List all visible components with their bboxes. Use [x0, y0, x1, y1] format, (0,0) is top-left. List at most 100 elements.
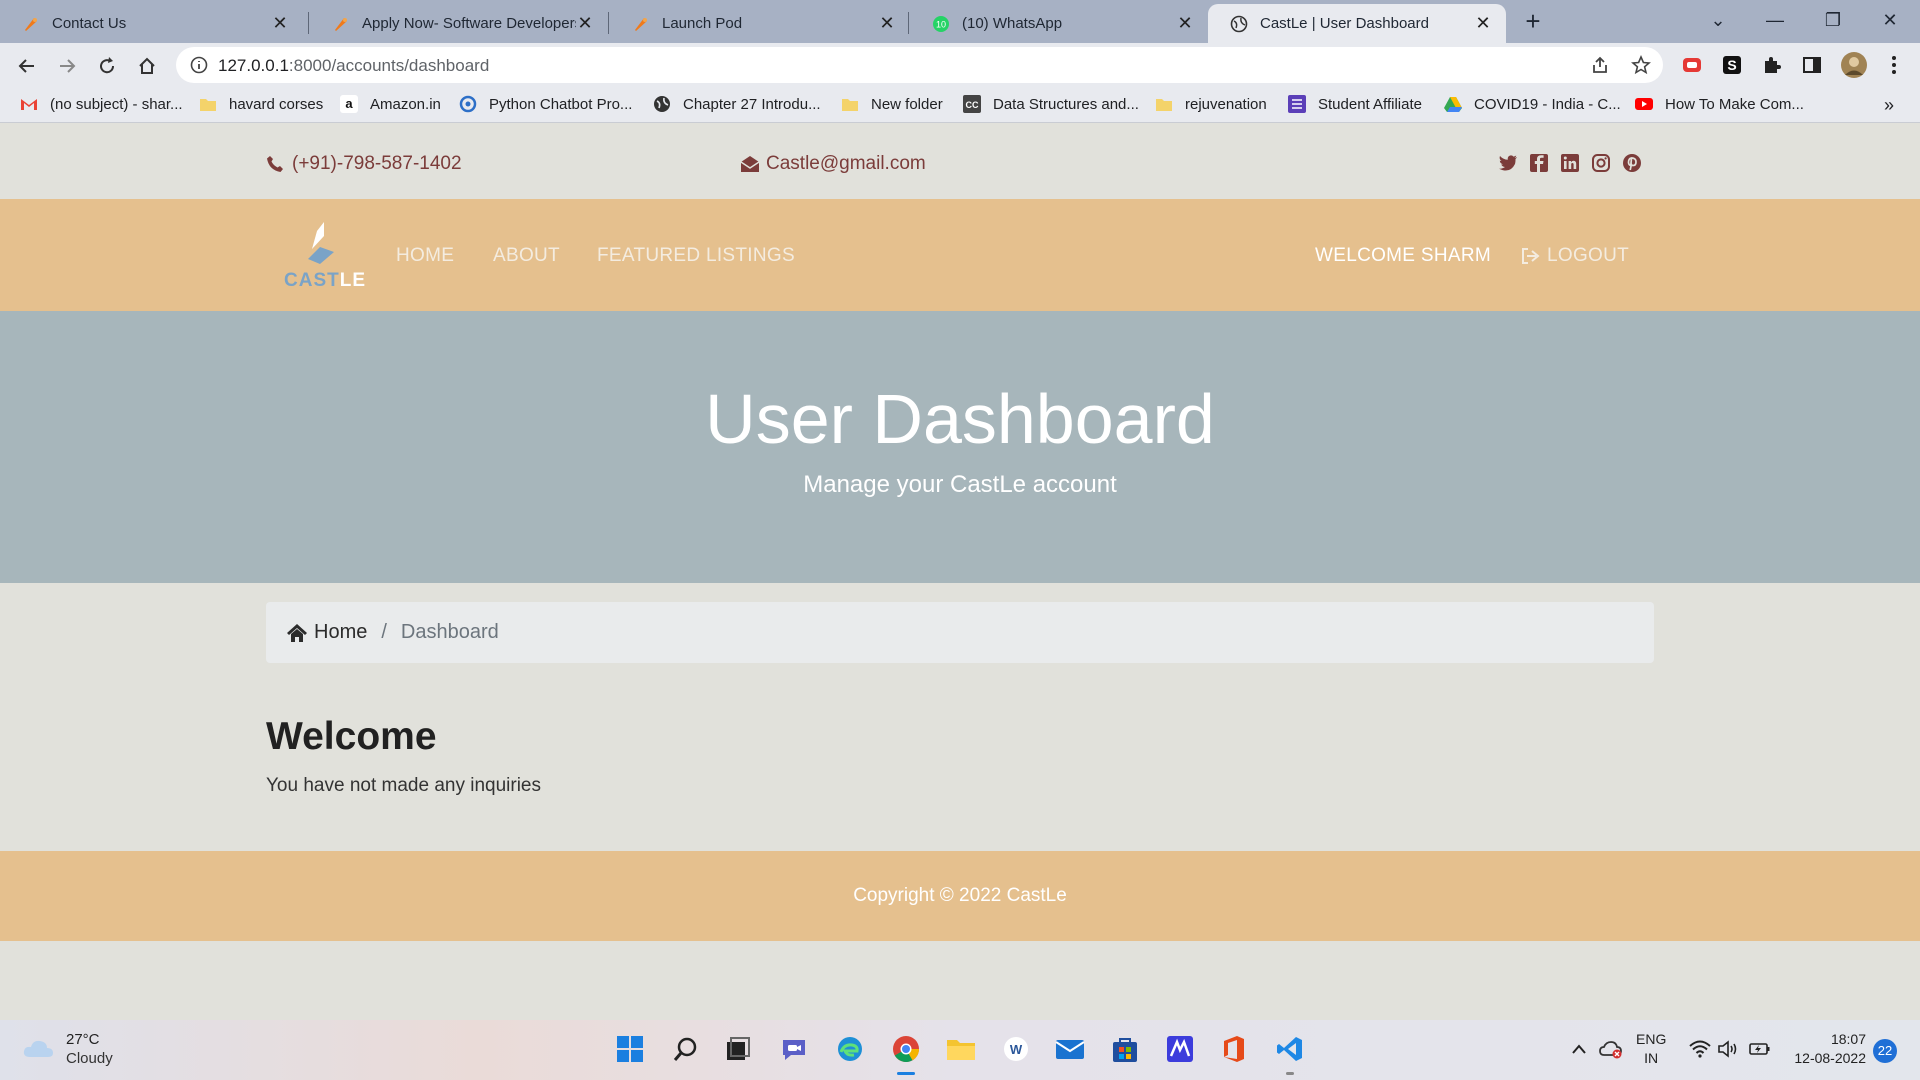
onedrive-error-icon [1599, 1041, 1622, 1059]
python-chatbot-icon [459, 95, 477, 113]
twitter-icon[interactable] [1498, 153, 1518, 173]
logo-text: CASTLE [284, 270, 367, 291]
svg-text:CC: CC [966, 100, 979, 110]
file-explorer-button[interactable] [944, 1032, 978, 1066]
linkedin-icon[interactable] [1560, 153, 1580, 173]
bookmark-student-affiliate[interactable]: Student Affiliate [1288, 95, 1422, 113]
tab-launch-pod[interactable]: Launch Pod ✕ [610, 4, 910, 43]
social-links [1498, 153, 1642, 173]
cc-icon: CC [963, 95, 981, 113]
office-button[interactable] [1217, 1032, 1251, 1066]
tab-title: (10) WhatsApp [962, 15, 1063, 32]
pinterest-icon[interactable] [1622, 153, 1642, 173]
onedrive-button[interactable] [1597, 1032, 1625, 1066]
teams-chat-button[interactable] [777, 1032, 811, 1066]
breadcrumb-current: Dashboard [400, 621, 499, 643]
close-icon[interactable]: ✕ [1176, 13, 1194, 33]
vscode-icon [1277, 1037, 1302, 1061]
back-button[interactable] [14, 53, 40, 79]
restore-button[interactable]: ❐ [1818, 8, 1848, 32]
search-icon [673, 1037, 697, 1061]
bookmark-chapter27[interactable]: Chapter 27 Introdu... [653, 95, 821, 113]
running-app-indicator [1286, 1072, 1294, 1075]
extension-red-icon[interactable] [1680, 53, 1704, 77]
nav-home[interactable]: HOME [396, 245, 454, 267]
bookmark-havard[interactable]: havard corses [199, 95, 323, 113]
tab-title: Contact Us [52, 15, 127, 32]
amazon-icon: a [340, 95, 358, 113]
tab-search-chevron-icon[interactable]: ⌄ [1703, 8, 1733, 32]
chrome-button[interactable] [889, 1032, 923, 1066]
language-indicator[interactable]: ENG IN [1636, 1030, 1666, 1068]
tab-separator [908, 12, 909, 34]
browser-menu-icon[interactable] [1882, 53, 1906, 77]
tray-overflow-button[interactable] [1567, 1032, 1591, 1066]
folder-icon [842, 99, 858, 111]
breadcrumb: Home / Dashboard [266, 602, 1654, 663]
bookmark-covid19[interactable]: COVID19 - India - C... [1444, 95, 1621, 113]
bookmark-star-icon[interactable] [1631, 55, 1651, 75]
nav-about[interactable]: ABOUT [493, 245, 560, 267]
extension-s-icon[interactable]: S [1720, 53, 1744, 77]
breadcrumb-home[interactable]: Home [286, 621, 367, 644]
reload-button[interactable] [94, 53, 120, 79]
tab-castle-dashboard[interactable]: CastLe | User Dashboard ✕ [1208, 4, 1506, 43]
notification-badge[interactable]: 22 [1873, 1039, 1897, 1063]
edge-button[interactable] [833, 1032, 867, 1066]
clock[interactable]: 18:07 12-08-2022 [1786, 1030, 1866, 1068]
address-bar[interactable]: 127.0.0.1:8000/accounts/dashboard [176, 47, 1663, 83]
forward-button[interactable] [54, 53, 80, 79]
bookmark-gmail[interactable]: (no subject) - shar... [20, 95, 183, 113]
new-tab-button[interactable]: + [1521, 8, 1545, 34]
bookmarks-overflow-button[interactable]: » [1884, 95, 1894, 116]
mail-button[interactable] [1053, 1032, 1087, 1066]
svg-text:10: 10 [936, 19, 946, 29]
instagram-icon[interactable] [1591, 153, 1611, 173]
home-button[interactable] [134, 53, 160, 79]
winword-button[interactable]: W [999, 1032, 1033, 1066]
extensions-puzzle-icon[interactable] [1760, 53, 1784, 77]
language-code: ENG [1636, 1031, 1667, 1047]
nav-featured-listings[interactable]: FEATURED LISTINGS [597, 245, 795, 267]
bookmark-new-folder[interactable]: New folder [841, 95, 943, 113]
side-panel-icon[interactable] [1800, 53, 1824, 77]
home-icon [139, 57, 155, 74]
tab-contact-us[interactable]: Contact Us ✕ [0, 4, 303, 43]
tab-whatsapp[interactable]: 10 (10) WhatsApp ✕ [910, 4, 1208, 43]
profile-avatar[interactable] [1840, 51, 1868, 79]
vscode-button[interactable] [1273, 1032, 1307, 1066]
app-m-icon [1167, 1036, 1193, 1062]
battery-button[interactable] [1745, 1032, 1775, 1066]
taskbar-search-button[interactable] [669, 1032, 703, 1066]
network-button[interactable] [1685, 1032, 1715, 1066]
bookmark-amazon[interactable]: a Amazon.in [340, 95, 441, 113]
browser-toolbar: 127.0.0.1:8000/accounts/dashboard S [0, 43, 1920, 87]
bookmark-python-chatbot[interactable]: Python Chatbot Pro... [459, 95, 632, 113]
weather-widget[interactable]: 27°C Cloudy [22, 1030, 113, 1068]
info-icon[interactable] [190, 56, 208, 74]
share-icon[interactable] [1590, 55, 1610, 75]
bookmark-label: How To Make Com... [1665, 95, 1804, 113]
facebook-icon[interactable] [1529, 153, 1549, 173]
window-close-button[interactable]: ✕ [1875, 8, 1905, 32]
nav-logout[interactable]: LOGOUT [1521, 245, 1629, 267]
bookmark-youtube[interactable]: How To Make Com... [1635, 95, 1804, 113]
castle-logo[interactable]: CASTLE [282, 219, 365, 291]
close-icon[interactable]: ✕ [878, 13, 896, 33]
close-icon[interactable]: ✕ [271, 13, 289, 33]
tab-apply-now[interactable]: Apply Now- Software Developers ✕ [310, 4, 608, 43]
volume-button[interactable] [1713, 1032, 1743, 1066]
bookmark-rejuvenation[interactable]: rejuvenation [1155, 95, 1267, 113]
minimize-button[interactable]: — [1760, 8, 1790, 32]
close-icon[interactable]: ✕ [576, 13, 594, 33]
bookmark-label: Amazon.in [370, 95, 441, 113]
windows-start-button[interactable] [613, 1032, 647, 1066]
bookmark-data-structures[interactable]: CC Data Structures and... [963, 95, 1139, 113]
back-arrow-icon [18, 59, 34, 73]
taskbar: 27°C Cloudy W ENG IN 18:07 12-08-2022 [0, 1020, 1920, 1080]
whatsapp-icon: 10 [933, 15, 949, 32]
microsoft-store-button[interactable] [1108, 1032, 1142, 1066]
dev-app-button[interactable] [1163, 1032, 1197, 1066]
task-view-button[interactable] [721, 1032, 755, 1066]
close-icon[interactable]: ✕ [1474, 13, 1492, 33]
